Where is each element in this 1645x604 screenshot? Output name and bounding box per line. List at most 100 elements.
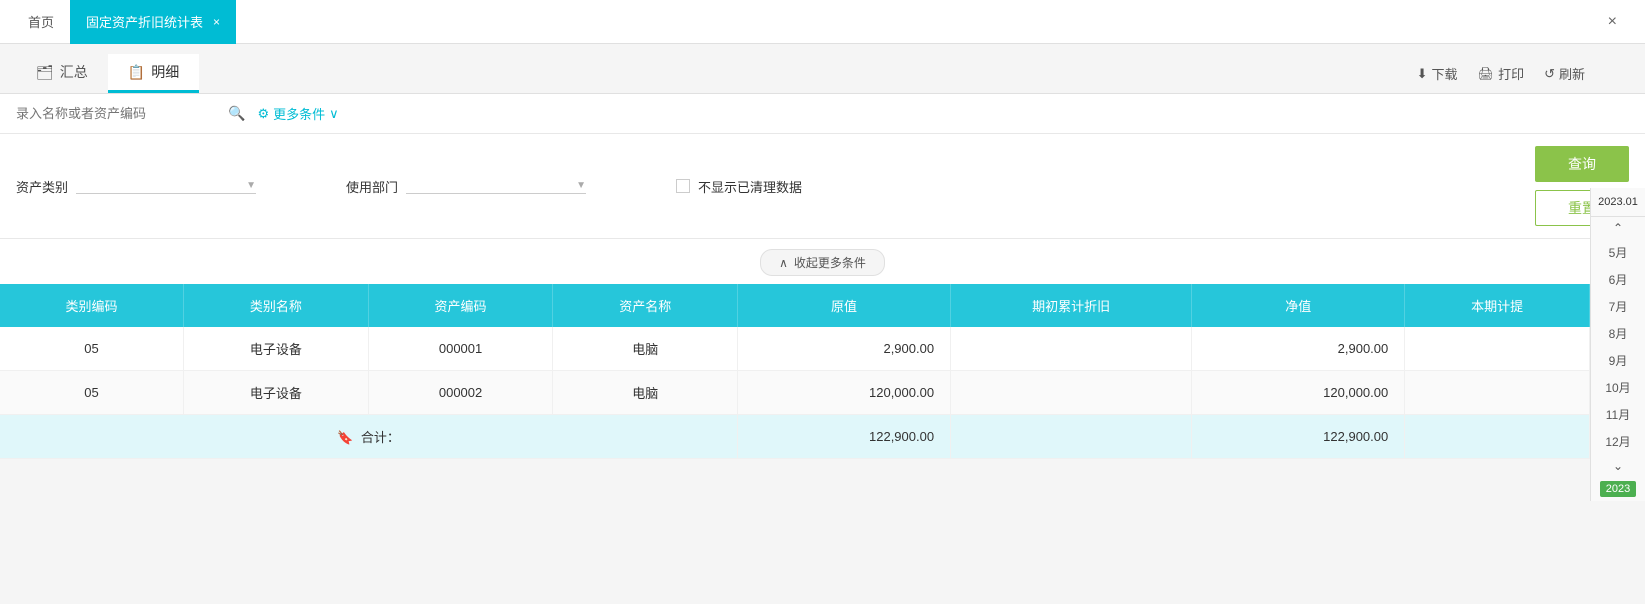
- search-bar: 🔍 ⚙ 更多条件 ∨: [0, 94, 1645, 134]
- data-table: 类别编码 类别名称 资产编码 资产名称 原值 期初累计折旧 净值 本期计提 05…: [0, 284, 1590, 459]
- date-year-badge[interactable]: 2023: [1600, 481, 1636, 497]
- date-month-12[interactable]: 12月: [1591, 428, 1645, 455]
- cell-cat-name: 电子设备: [184, 327, 369, 371]
- main-panel: 🔍 ⚙ 更多条件 ∨ 资产类别 ▼: [0, 94, 1645, 604]
- refresh-icon: ↺: [1544, 66, 1555, 82]
- col-cat-code: 类别编码: [0, 284, 184, 327]
- tab-label: 固定资产折旧统计表: [86, 12, 203, 31]
- collapse-button[interactable]: ∧ 收起更多条件: [760, 249, 885, 276]
- tab-detail-label: 明细: [151, 62, 179, 82]
- col-asset-code: 资产编码: [368, 284, 553, 327]
- top-nav: 首页 固定资产折旧统计表 × ×: [0, 0, 1645, 44]
- sub-tabs-bar: 🗂 汇总 📋 明细 ⬇ 下载 🖨 打印 ↺ 刷新: [0, 44, 1645, 94]
- cell-accum-depr: [951, 327, 1192, 371]
- filter-icon: ⚙: [257, 106, 269, 122]
- print-icon: 🖨: [1478, 66, 1495, 82]
- table-wrapper: 类别编码 类别名称 资产编码 资产名称 原值 期初累计折旧 净值 本期计提 05…: [0, 284, 1590, 459]
- download-label: 下载: [1432, 64, 1458, 83]
- col-period-depr: 本期计提: [1405, 284, 1590, 327]
- cell-asset-name: 电脑: [553, 327, 738, 371]
- cell-period-depr: [1405, 371, 1590, 415]
- collapse-label: 收起更多条件: [794, 254, 866, 271]
- cell-original: 2,900.00: [738, 327, 951, 371]
- col-accum-depr: 期初累计折旧: [951, 284, 1192, 327]
- cell-asset-code: 000002: [368, 371, 553, 415]
- total-row: 🔖 合计： 122,900.00 122,900.00: [0, 415, 1590, 459]
- home-link[interactable]: 首页: [12, 12, 70, 31]
- cell-cat-code: 05: [0, 371, 184, 415]
- cell-cat-code: 05: [0, 327, 184, 371]
- hide-cleared-checkbox[interactable]: [676, 179, 690, 193]
- date-month-9[interactable]: 9月: [1591, 347, 1645, 374]
- table-header-row: 类别编码 类别名称 资产编码 资产名称 原值 期初累计折旧 净值 本期计提: [0, 284, 1590, 327]
- table-row: 05 电子设备 000002 电脑 120,000.00 120,000.00: [0, 371, 1590, 415]
- date-panel-header: 2023.01: [1591, 188, 1645, 217]
- asset-type-select[interactable]: ▼: [76, 178, 256, 194]
- date-month-6[interactable]: 6月: [1591, 266, 1645, 293]
- download-button[interactable]: ⬇ 下载: [1417, 64, 1458, 83]
- detail-icon: 📋: [128, 64, 145, 81]
- print-label: 打印: [1498, 64, 1524, 83]
- total-accum-depr: [951, 415, 1192, 459]
- date-panel: 2023.01 ⌃ 5月 6月 7月 8月 9月 10月 11月 12月 ⌄ 2…: [1590, 188, 1645, 501]
- col-asset-name: 资产名称: [553, 284, 738, 327]
- hide-cleared-field: 不显示已清理数据: [676, 177, 802, 196]
- total-original: 122,900.00: [738, 415, 951, 459]
- date-month-8[interactable]: 8月: [1591, 320, 1645, 347]
- col-cat-name: 类别名称: [184, 284, 369, 327]
- collapse-up-icon: ∧: [779, 256, 788, 270]
- cell-period-depr: [1405, 327, 1590, 371]
- chevron-down-icon: ∨: [329, 106, 339, 122]
- total-label: 合计：: [361, 430, 400, 445]
- query-button[interactable]: 查询: [1535, 146, 1629, 182]
- tab-summary[interactable]: 🗂 汇总: [16, 54, 108, 93]
- asset-type-field: 资产类别 ▼: [16, 177, 256, 196]
- col-net-value: 净值: [1192, 284, 1405, 327]
- total-net-value: 122,900.00: [1192, 415, 1405, 459]
- download-icon: ⬇: [1417, 66, 1428, 82]
- more-filters-button[interactable]: ⚙ 更多条件 ∨: [257, 104, 338, 123]
- filter-row: 资产类别 ▼ 使用部门 ▼: [16, 146, 1629, 238]
- date-month-7[interactable]: 7月: [1591, 293, 1645, 320]
- search-input[interactable]: [16, 106, 216, 121]
- print-button[interactable]: 🖨 打印: [1478, 64, 1525, 83]
- tab-detail[interactable]: 📋 明细: [108, 54, 199, 93]
- department-label: 使用部门: [346, 177, 398, 196]
- main-tab: 固定资产折旧统计表 ×: [70, 0, 236, 44]
- total-label-cell: 🔖 合计：: [0, 415, 738, 459]
- cell-accum-depr: [951, 371, 1192, 415]
- date-up-nav[interactable]: ⌃: [1591, 217, 1645, 239]
- col-original: 原值: [738, 284, 951, 327]
- cell-cat-name: 电子设备: [184, 371, 369, 415]
- table-row: 05 电子设备 000001 电脑 2,900.00 2,900.00: [0, 327, 1590, 371]
- tab-summary-label: 汇总: [60, 62, 88, 82]
- content-area: 🔍 ⚙ 更多条件 ∨ 资产类别 ▼: [0, 94, 1645, 604]
- asset-type-chevron: ▼: [246, 180, 256, 191]
- expanded-filter: 资产类别 ▼ 使用部门 ▼: [0, 134, 1645, 239]
- cell-original: 120,000.00: [738, 371, 951, 415]
- total-icon: 🔖: [337, 430, 353, 445]
- asset-type-label: 资产类别: [16, 177, 68, 196]
- total-period-depr: [1405, 415, 1590, 459]
- refresh-label: 刷新: [1559, 64, 1585, 83]
- date-month-5[interactable]: 5月: [1591, 239, 1645, 266]
- date-month-11[interactable]: 11月: [1591, 401, 1645, 428]
- refresh-button[interactable]: ↺ 刷新: [1544, 64, 1585, 83]
- collapse-bar: ∧ 收起更多条件: [0, 239, 1645, 284]
- department-select[interactable]: ▼: [406, 178, 586, 194]
- hide-cleared-label: 不显示已清理数据: [698, 177, 802, 196]
- cell-asset-code: 000001: [368, 327, 553, 371]
- date-month-10[interactable]: 10月: [1591, 374, 1645, 401]
- more-filters-label: 更多条件: [273, 104, 325, 123]
- cell-asset-name: 电脑: [553, 371, 738, 415]
- cell-net-value: 2,900.00: [1192, 327, 1405, 371]
- search-icon[interactable]: 🔍: [228, 105, 245, 122]
- summary-icon: 🗂: [36, 64, 54, 81]
- department-field: 使用部门 ▼: [346, 177, 586, 196]
- tab-close-icon[interactable]: ×: [213, 15, 220, 29]
- department-chevron: ▼: [576, 180, 586, 191]
- cell-net-value: 120,000.00: [1192, 371, 1405, 415]
- window-close-button[interactable]: ×: [1592, 13, 1633, 31]
- date-down-nav[interactable]: ⌄: [1591, 455, 1645, 477]
- toolbar-right: ⬇ 下载 🖨 打印 ↺ 刷新: [1417, 64, 1585, 83]
